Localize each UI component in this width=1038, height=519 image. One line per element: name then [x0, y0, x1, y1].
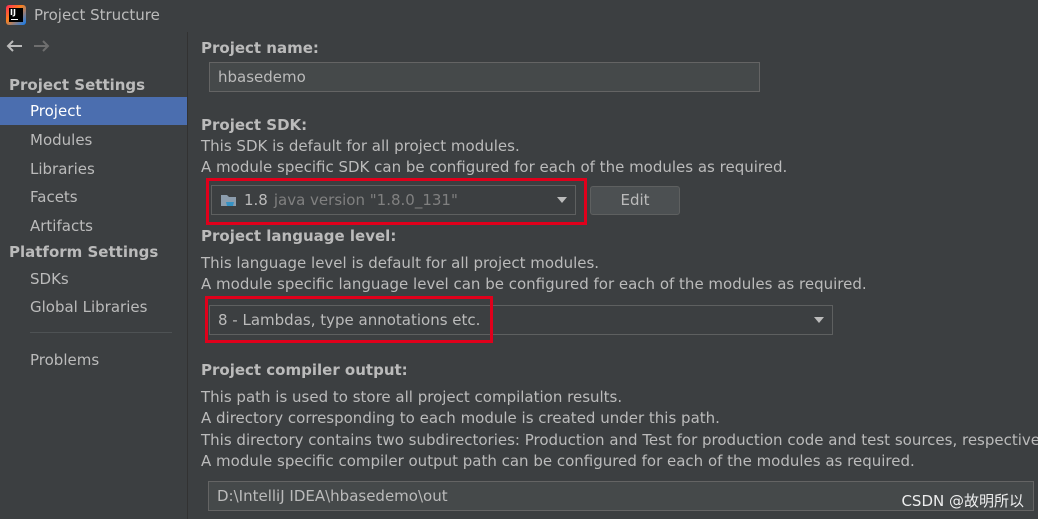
output-description-3: This directory contains two subdirectori… [201, 431, 1038, 449]
edit-sdk-button[interactable]: Edit [590, 186, 680, 215]
sdk-highlight-box [206, 178, 587, 225]
language-description-1: This language level is default for all p… [201, 254, 600, 272]
sidebar-item-problems[interactable]: Problems [0, 346, 187, 374]
language-description-2: A module specific language level can be … [201, 275, 867, 293]
sidebar-item-facets[interactable]: Facets [0, 183, 187, 211]
forward-arrow-icon[interactable] [32, 36, 52, 56]
language-highlight-box [205, 296, 493, 343]
project-settings-panel: Project name: hbasedemo Project SDK: Thi… [188, 32, 1038, 519]
sidebar-item-libraries[interactable]: Libraries [0, 155, 187, 183]
title-bar: IJ Project Structure [0, 0, 1038, 32]
sdk-description-2: A module specific SDK can be configured … [201, 158, 788, 176]
sidebar-item-project[interactable]: Project [0, 97, 187, 125]
back-arrow-icon[interactable] [4, 36, 24, 56]
language-level-label: Project language level: [201, 227, 397, 245]
output-description-4: A module specific compiler output path c… [201, 452, 915, 470]
watermark: CSDN @故明所以 [901, 492, 1024, 510]
project-name-field[interactable]: hbasedemo [209, 62, 760, 92]
output-description-2: A directory corresponding to each module… [201, 409, 720, 427]
sidebar-item-sdks[interactable]: SDKs [0, 265, 187, 293]
project-name-label: Project name: [201, 39, 319, 57]
sidebar-item-global-libraries[interactable]: Global Libraries [0, 293, 187, 321]
sidebar-item-modules[interactable]: Modules [0, 126, 187, 154]
section-project-settings: Project Settings [9, 76, 146, 94]
sidebar-item-artifacts[interactable]: Artifacts [0, 212, 187, 240]
project-sdk-label: Project SDK: [201, 116, 308, 134]
sdk-description-1: This SDK is default for all project modu… [201, 137, 520, 155]
sidebar-divider [30, 332, 172, 333]
section-platform-settings: Platform Settings [9, 243, 159, 261]
sidebar: Project Settings Project Modules Librari… [0, 32, 187, 519]
intellij-app-icon: IJ [6, 5, 26, 25]
compiler-output-label: Project compiler output: [201, 361, 408, 379]
history-navigation [4, 36, 52, 62]
output-description-1: This path is used to store all project c… [201, 388, 623, 406]
chevron-down-icon [814, 317, 824, 323]
window-title: Project Structure [34, 6, 160, 24]
